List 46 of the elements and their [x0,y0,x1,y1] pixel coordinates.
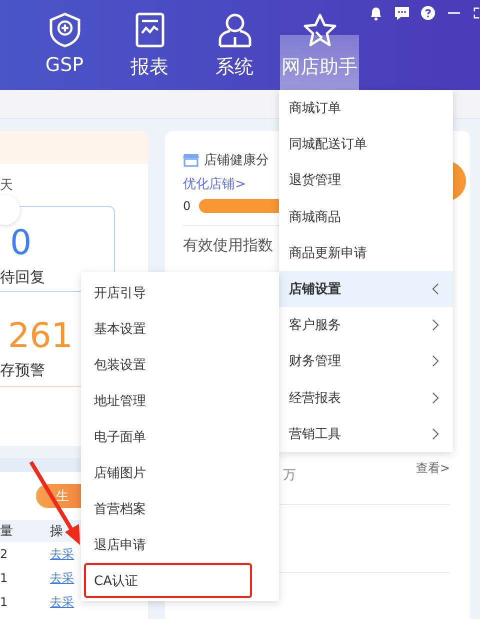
menu-item[interactable]: 包装设置 [84,347,252,382]
reply-label: 待回复 [0,268,45,287]
view-link[interactable]: 查看> [416,460,450,476]
bell-icon[interactable] [368,5,384,21]
menu-item[interactable]: 基本设置 [84,311,252,346]
menu-item[interactable]: 客户服务 [279,307,453,344]
table-cell-text: 2 [0,547,9,561]
menu-item[interactable]: 店铺设置 [279,270,453,308]
menu-item[interactable]: 营销工具 [279,416,453,452]
help-icon[interactable] [420,5,436,21]
column-header: 量 [0,523,14,540]
menu-item[interactable]: 商城订单 [279,90,453,126]
menu-item[interactable]: 同城配送订单 [279,126,453,162]
purchase-link[interactable]: 去采 [50,546,74,562]
stock-label: 存预警 [0,361,45,380]
stock-count: 261 [8,318,73,355]
optimize-link[interactable]: 优化店铺> [183,175,246,193]
purchase-link[interactable]: 去采 [50,570,74,586]
index-title: 有效使用指数 [183,236,273,255]
menu-item[interactable]: 退店申请 [84,527,252,562]
menu-item[interactable]: 开店引导 [84,275,252,310]
star-icon [302,12,338,48]
chat-icon[interactable] [394,5,410,21]
table-cell-text: 1 [0,595,9,609]
menu-item[interactable]: 财务管理 [279,343,453,380]
menu-item[interactable]: 电子面单 [84,419,252,454]
store-icon [183,153,199,167]
fullscreen-icon[interactable] [472,5,480,21]
score-value: 0 [183,199,191,213]
nav-tab[interactable]: 系统 [192,0,277,90]
nav-tab[interactable]: GSP [22,0,107,90]
health-title: 店铺健康分 [204,152,269,169]
menu-item[interactable]: CA认证 [84,563,252,598]
unit-label: 万 [283,467,296,484]
reply-count: 0 [10,224,32,262]
menu-item[interactable]: 地址管理 [84,383,252,418]
menu-item[interactable]: 经营报表 [279,380,453,416]
person-icon [216,12,252,48]
menu-item[interactable]: 退货管理 [279,162,453,199]
period-label: 天 [0,177,13,194]
nav-tab[interactable]: 报表 [107,0,192,90]
menu-item[interactable]: 商城商品 [279,198,453,235]
purchase-link[interactable]: 去采 [50,594,74,610]
table-cell-text: 1 [0,571,9,585]
menu-item[interactable]: 商品更新申请 [279,234,453,271]
column-header: 操 [50,523,64,540]
